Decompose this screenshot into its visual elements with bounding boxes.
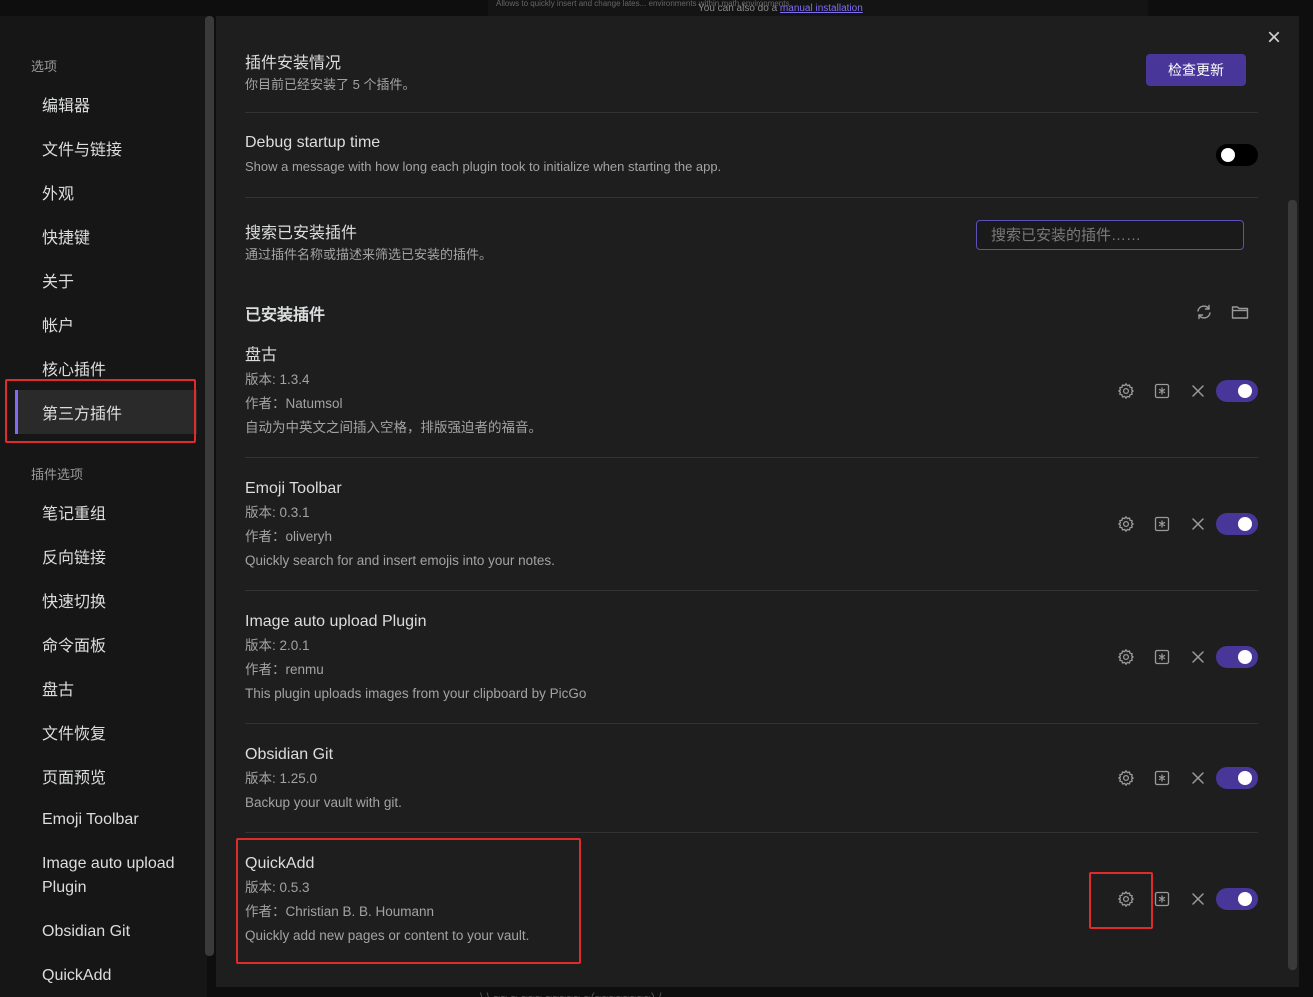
plugin-enable-toggle[interactable] <box>1216 380 1258 402</box>
sidebar-item-core-plugins[interactable]: 核心插件 <box>15 346 197 390</box>
close-icon[interactable]: × <box>1263 26 1285 50</box>
background-install-note: You can also do a manual installation <box>698 3 863 14</box>
plugin-hotkeys-icon[interactable] <box>1153 769 1171 787</box>
plugin-version: 版本: 1.3.4 <box>245 372 310 387</box>
install-status-title: 插件安装情况 <box>245 55 342 72</box>
plugin-enable-toggle[interactable] <box>1216 646 1258 668</box>
plugin-version: 版本: 0.5.3 <box>245 880 310 895</box>
plugin-description: Backup your vault with git. <box>245 795 402 810</box>
sidebar-item-about[interactable]: 关于 <box>15 258 197 302</box>
sidebar-item-hotkeys[interactable]: 快捷键 <box>15 214 197 258</box>
plugin-uninstall-close-icon[interactable] <box>1189 515 1207 533</box>
divider <box>245 457 1258 458</box>
sidebar-item-community-plugins[interactable]: 第三方插件 <box>15 390 197 434</box>
search-plugins-desc: 通过插件名称或描述来筛选已安装的插件。 <box>245 247 493 262</box>
toggle-knob <box>1238 892 1252 906</box>
sidebar-item-appearance[interactable]: 外观 <box>15 170 197 214</box>
install-status-desc: 你目前已经安装了 5 个插件。 <box>245 77 416 92</box>
plugin-hotkeys-icon[interactable] <box>1153 382 1171 400</box>
divider <box>245 723 1258 724</box>
plugin-author: 作者：oliveryh <box>245 529 333 544</box>
divider <box>245 832 1258 833</box>
options-group-title: 选项 <box>31 59 58 74</box>
toggle-knob <box>1238 384 1252 398</box>
sidebar-item-editor[interactable]: 编辑器 <box>15 82 197 126</box>
sidebar-item-image-auto-upload[interactable]: Image auto upload Plugin <box>15 846 197 902</box>
check-updates-button[interactable]: 检查更新 <box>1146 54 1246 86</box>
plugin-version: 版本: 2.0.1 <box>245 638 310 653</box>
content-scrollbar[interactable] <box>1288 200 1297 970</box>
debug-startup-title: Debug startup time <box>245 134 381 151</box>
plugin-hotkeys-icon[interactable] <box>1153 515 1171 533</box>
toggle-knob <box>1238 517 1252 531</box>
sidebar-item-account[interactable]: 帐户 <box>15 302 197 346</box>
reload-icon[interactable] <box>1195 303 1213 321</box>
plugin-hotkeys-icon[interactable] <box>1153 890 1171 908</box>
sidebar-item-files-links[interactable]: 文件与链接 <box>15 126 197 170</box>
plugin-row-image-auto-upload: Image auto upload Plugin 版本: 2.0.1 作者：re… <box>245 610 1258 706</box>
plugin-name: Obsidian Git <box>245 746 334 763</box>
background-fragment: \ \ ~~ ~ ~~~ ~~~~~ ~(~~~~~~~~) / <box>480 990 662 997</box>
search-plugins-title: 搜索已安装插件 <box>245 225 358 242</box>
plugin-description: Quickly add new pages or content to your… <box>245 928 530 943</box>
plugin-settings-gear-icon[interactable] <box>1117 890 1135 908</box>
debug-startup-toggle[interactable] <box>1216 144 1258 166</box>
toggle-knob <box>1238 650 1252 664</box>
sidebar-scrollbar[interactable] <box>205 16 214 956</box>
sidebar-item-note-composer[interactable]: 笔记重组 <box>15 490 197 534</box>
search-installed-plugins-input[interactable] <box>976 220 1244 250</box>
plugin-settings-gear-icon[interactable] <box>1117 648 1135 666</box>
divider <box>245 197 1258 198</box>
plugin-enable-toggle[interactable] <box>1216 767 1258 789</box>
sidebar-item-file-recovery[interactable]: 文件恢复 <box>15 710 197 754</box>
sidebar-item-pangu[interactable]: 盘古 <box>15 666 197 710</box>
sidebar-item-command-palette[interactable]: 命令面板 <box>15 622 197 666</box>
plugin-uninstall-close-icon[interactable] <box>1189 890 1207 908</box>
plugin-settings-gear-icon[interactable] <box>1117 769 1135 787</box>
plugin-name: QuickAdd <box>245 855 315 872</box>
plugin-description: Quickly search for and insert emojis int… <box>245 553 555 568</box>
plugin-name: 盘古 <box>245 347 278 364</box>
toggle-knob <box>1238 771 1252 785</box>
plugin-description: 自动为中英文之间插入空格，排版强迫者的福音。 <box>245 420 542 435</box>
plugin-row-emoji-toolbar: Emoji Toolbar 版本: 0.3.1 作者：oliveryh Quic… <box>245 477 1258 573</box>
plugin-author: 作者：Natumsol <box>245 396 343 411</box>
plugin-name: Image auto upload Plugin <box>245 613 427 630</box>
toggle-knob <box>1221 148 1235 162</box>
settings-sidebar: 选项 编辑器 文件与链接 外观 快捷键 关于 帐户 核心插件 第三方插件 插件选… <box>0 16 207 997</box>
plugin-enable-toggle[interactable] <box>1216 888 1258 910</box>
divider <box>245 112 1258 113</box>
background-editor-strip: Allows to quickly insert and change late… <box>488 0 1148 16</box>
plugin-row-pangu: 盘古 版本: 1.3.4 作者：Natumsol 自动为中英文之间插入空格，排版… <box>245 344 1258 440</box>
plugin-settings-gear-icon[interactable] <box>1117 382 1135 400</box>
plugin-version: 版本: 1.25.0 <box>245 771 318 786</box>
installed-plugins-heading: 已安装插件 <box>245 307 326 324</box>
manual-installation-link[interactable]: manual installation <box>780 3 863 14</box>
plugin-row-obsidian-git: Obsidian Git 版本: 1.25.0 Backup your vaul… <box>245 743 1258 815</box>
sidebar-item-obsidian-git[interactable]: Obsidian Git <box>15 910 197 954</box>
plugin-name: Emoji Toolbar <box>245 480 342 497</box>
plugin-row-quickadd: QuickAdd 版本: 0.5.3 作者：Christian B. B. Ho… <box>245 852 1258 948</box>
sidebar-item-quickadd[interactable]: QuickAdd <box>15 954 197 997</box>
plugin-uninstall-close-icon[interactable] <box>1189 648 1207 666</box>
plugin-hotkeys-icon[interactable] <box>1153 648 1171 666</box>
folder-icon[interactable] <box>1231 303 1249 321</box>
sidebar-item-backlinks[interactable]: 反向链接 <box>15 534 197 578</box>
sidebar-item-page-preview[interactable]: 页面预览 <box>15 754 197 798</box>
plugin-enable-toggle[interactable] <box>1216 513 1258 535</box>
debug-startup-desc: Show a message with how long each plugin… <box>245 159 722 174</box>
sidebar-item-emoji-toolbar[interactable]: Emoji Toolbar <box>15 798 197 842</box>
plugin-settings-gear-icon[interactable] <box>1117 515 1135 533</box>
plugin-description: This plugin uploads images from your cli… <box>245 686 587 701</box>
plugin-uninstall-close-icon[interactable] <box>1189 769 1207 787</box>
plugin-author: 作者：Christian B. B. Houmann <box>245 904 435 919</box>
plugin-options-group-title: 插件选项 <box>31 467 84 482</box>
divider <box>245 590 1258 591</box>
sidebar-item-quick-switcher[interactable]: 快速切换 <box>15 578 197 622</box>
plugin-author: 作者：renmu <box>245 662 324 677</box>
plugin-version: 版本: 0.3.1 <box>245 505 310 520</box>
plugin-uninstall-close-icon[interactable] <box>1189 382 1207 400</box>
